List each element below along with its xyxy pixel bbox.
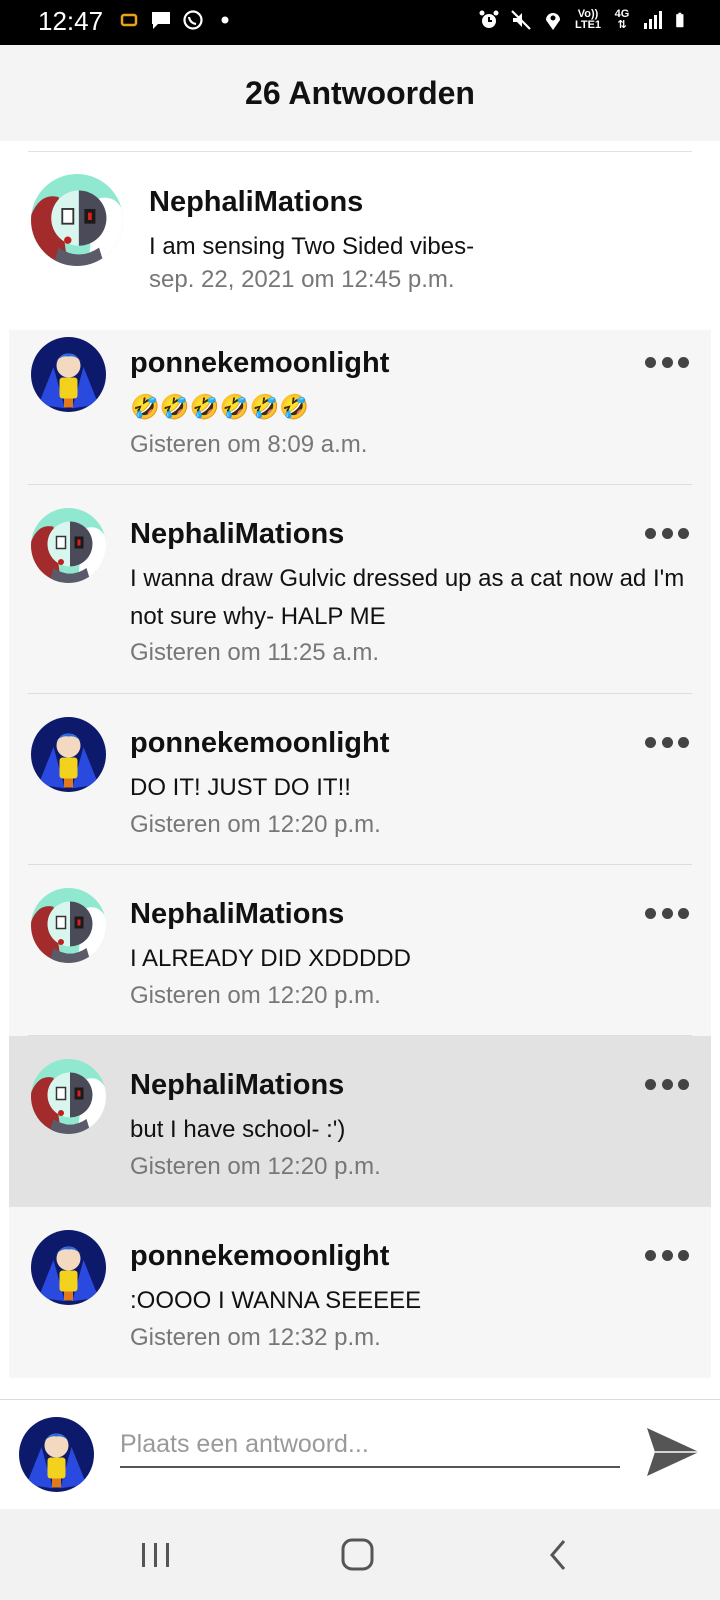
current-user-avatar[interactable]: [19, 1417, 94, 1492]
reply-item-highlighted: NephaliMations but I have school- :') Gi…: [9, 1036, 711, 1207]
reply-text: I ALREADY DID XDDDDD: [130, 945, 411, 972]
dot: [678, 527, 689, 539]
reply-username[interactable]: ponnekemoonlight: [130, 1240, 389, 1273]
reply-timestamp: Gisteren om 12:32 p.m.: [130, 1324, 381, 1351]
avatar[interactable]: [31, 717, 106, 792]
reply-username[interactable]: ponnekemoonlight: [130, 727, 389, 760]
dot: [645, 527, 656, 539]
dot: [661, 527, 673, 539]
avatar-image: [31, 174, 123, 266]
status-left-icons: [118, 9, 236, 31]
dot: [678, 1249, 689, 1261]
battery-icon: [676, 12, 684, 28]
dot: [661, 1249, 673, 1261]
comment-timestamp: sep. 22, 2021 om 12:45 p.m.: [149, 266, 455, 293]
page-title: 26 Antwoorden: [245, 74, 475, 111]
reply-text: :OOOO I WANNA SEEEEE: [130, 1287, 422, 1314]
avatar[interactable]: [31, 888, 106, 963]
reply-item: ponnekemoonlight :OOOO I WANNA SEEEEE Gi…: [9, 1207, 711, 1378]
dot: [645, 1249, 656, 1261]
reply-timestamp: Gisteren om 8:09 a.m.: [130, 431, 368, 458]
whatsapp-icon: [183, 10, 203, 30]
more-options-button[interactable]: [645, 1245, 689, 1265]
status-time: 12:47: [38, 6, 104, 36]
dot: [678, 907, 689, 919]
signal-icon: [644, 11, 662, 29]
replies-list[interactable]: NephaliMations I am sensing Two Sided vi…: [0, 141, 720, 1399]
dot: [645, 1078, 656, 1090]
reply-text: DO IT! JUST DO IT!!: [130, 774, 351, 801]
parent-comment: NephaliMations I am sensing Two Sided vi…: [0, 152, 720, 330]
dot: [678, 736, 689, 748]
reply-username[interactable]: NephaliMations: [130, 898, 344, 931]
home-icon[interactable]: [338, 1537, 378, 1573]
network-icon: Vo)) LTE1: [574, 8, 602, 31]
dot: [661, 736, 673, 748]
more-options-button[interactable]: [645, 732, 689, 752]
comment-username[interactable]: NephaliMations: [149, 186, 363, 219]
page-header: 26 Antwoorden: [0, 45, 720, 142]
status-bar: 12:47 Vo)) LTE1 4G ⇅: [0, 0, 720, 45]
avatar-image: [31, 717, 106, 792]
dot: [661, 356, 673, 368]
avatar-image: [31, 508, 106, 583]
reply-timestamp: Gisteren om 12:20 p.m.: [130, 1153, 381, 1180]
reply-item: ponnekemoonlight DO IT! JUST DO IT!! Gis…: [9, 694, 711, 865]
avatar-image: [31, 1059, 106, 1134]
reply-text: but I have school- :'): [130, 1116, 346, 1143]
dot: [661, 907, 673, 919]
avatar-image: [31, 888, 106, 963]
reply-timestamp: Gisteren om 12:20 p.m.: [130, 982, 381, 1009]
reply-composer: [0, 1399, 720, 1510]
avatar-image: [19, 1417, 94, 1492]
send-icon[interactable]: [645, 1426, 701, 1478]
more-options-button[interactable]: [645, 1074, 689, 1094]
avatar[interactable]: [31, 1059, 106, 1134]
avatar[interactable]: [31, 174, 123, 266]
rotation-icon: [120, 13, 138, 27]
avatar[interactable]: [31, 508, 106, 583]
more-options-button[interactable]: [645, 352, 689, 372]
location-icon: [546, 13, 560, 30]
alarm-icon: [479, 10, 499, 28]
comment-text: I am sensing Two Sided vibes-: [149, 233, 475, 260]
reply-item: NephaliMations I wanna draw Gulvic dress…: [9, 485, 711, 694]
reply-input[interactable]: [120, 1422, 620, 1468]
dot: [678, 356, 689, 368]
dot: [645, 907, 656, 919]
status-right-icons: Vo)) LTE1 4G ⇅: [478, 9, 690, 31]
back-icon[interactable]: [540, 1537, 580, 1573]
more-options-button[interactable]: [645, 523, 689, 543]
reply-text: 🤣🤣🤣🤣🤣🤣: [130, 394, 310, 421]
dot: [661, 1078, 673, 1090]
reply-timestamp: Gisteren om 11:25 a.m.: [130, 639, 379, 666]
more-options-button[interactable]: [645, 903, 689, 923]
network-type-icon: 4G ⇅: [614, 8, 630, 31]
avatar-image: [31, 337, 106, 412]
system-nav-bar: [0, 1509, 720, 1600]
reply-text: I wanna draw Gulvic dressed up as a cat …: [130, 565, 685, 630]
dot: [678, 1078, 689, 1090]
reply-username[interactable]: NephaliMations: [130, 518, 344, 551]
reply-item: NephaliMations I ALREADY DID XDDDDD Gist…: [9, 865, 711, 1036]
reply-timestamp: Gisteren om 12:20 p.m.: [130, 811, 381, 838]
dot: [645, 356, 656, 368]
reply-username[interactable]: NephaliMations: [130, 1069, 344, 1102]
message-icon: [152, 12, 170, 29]
recents-icon[interactable]: [136, 1537, 176, 1573]
reply-username[interactable]: ponnekemoonlight: [130, 347, 389, 380]
avatar-image: [31, 1230, 106, 1305]
avatar[interactable]: [31, 337, 106, 412]
dot-icon: [221, 16, 229, 24]
reply-item: ponnekemoonlight 🤣🤣🤣🤣🤣🤣 Gisteren om 8:09…: [9, 330, 711, 485]
mute-icon: [511, 10, 531, 30]
dot: [645, 736, 656, 748]
avatar[interactable]: [31, 1230, 106, 1305]
